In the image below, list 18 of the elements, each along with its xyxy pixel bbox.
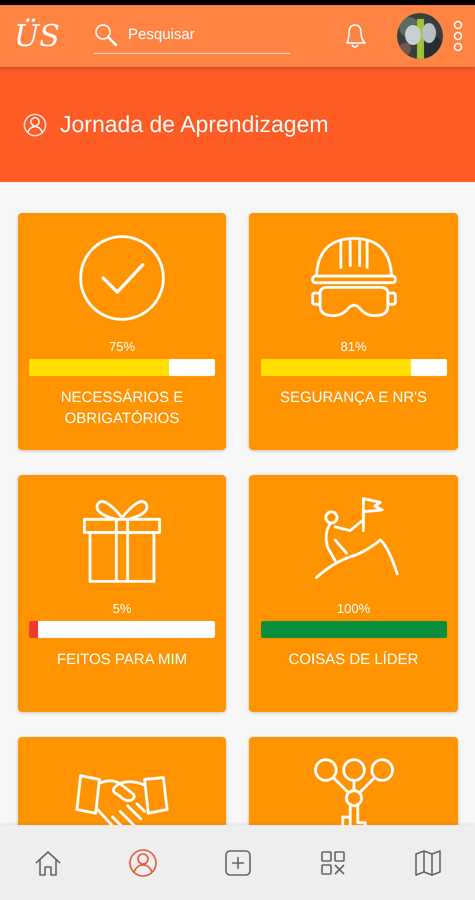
category-title: SEGURANÇA E NR'S [278, 388, 428, 408]
category-title: NECESSÁRIOS E OBRIGATÓRIOS [60, 388, 184, 429]
app-logo: ÜS [14, 18, 61, 54]
category-title: COISAS DE LÍDER [287, 650, 420, 670]
category-title: FEITOS PARA MIM [56, 650, 188, 670]
page-title: Jornada de Aprendizagem [60, 111, 329, 138]
progress-percent: 75% [108, 339, 136, 354]
progress-percent: 81% [340, 339, 367, 354]
category-card[interactable]: 5% FEITOS PARA MIM [18, 475, 226, 712]
search-icon [94, 22, 118, 46]
search-field[interactable]: Pesquisar [128, 26, 278, 43]
category-card[interactable]: 81% SEGURANÇA E NR'S [249, 213, 458, 450]
profile-icon [22, 112, 48, 138]
progress-percent: 5% [112, 601, 132, 616]
progress-percent: 100% [336, 601, 370, 616]
category-card[interactable]: 75% NECESSÁRIOS E OBRIGATÓRIOS [18, 213, 226, 450]
category-card[interactable]: 100% COISAS DE LÍDER [249, 475, 458, 712]
profile-icon [126, 847, 158, 879]
